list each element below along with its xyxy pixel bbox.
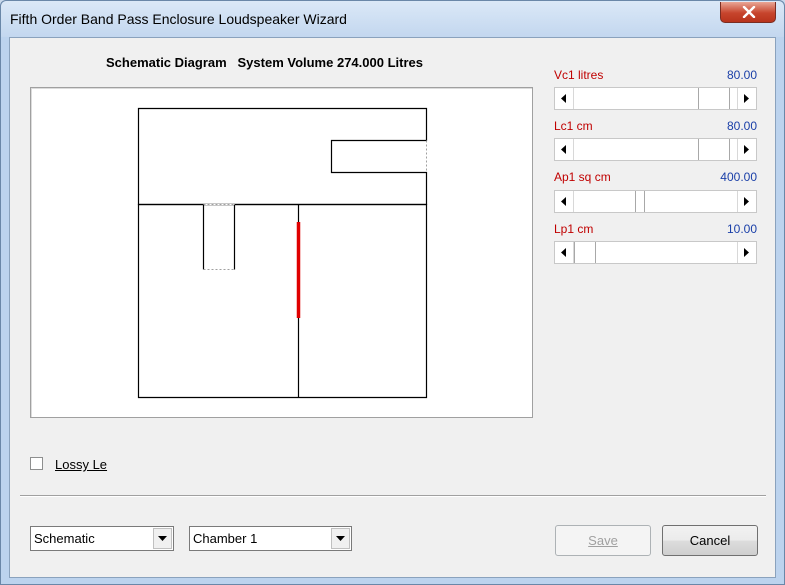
- wizard-window: Fifth Order Band Pass Enclosure Loudspea…: [0, 0, 785, 585]
- slider-lp1-thumb[interactable]: [574, 242, 596, 263]
- footer-separator: [20, 495, 766, 497]
- slider-lp1-left-button[interactable]: [555, 242, 574, 263]
- slider-vc1-right-button[interactable]: [737, 88, 756, 109]
- view-select-dropdown-button[interactable]: [153, 528, 172, 549]
- param-value-ap1: 400.00: [720, 170, 757, 184]
- param-label-vc1: Vc1 litres: [554, 68, 604, 82]
- slider-vc1-left-button[interactable]: [555, 88, 574, 109]
- param-value-lc1: 80.00: [726, 119, 757, 133]
- slider-ap1-right-button[interactable]: [737, 191, 756, 212]
- slider-ap1[interactable]: [554, 190, 757, 213]
- lossy-le-checkbox[interactable]: [30, 457, 43, 470]
- title-bar[interactable]: Fifth Order Band Pass Enclosure Loudspea…: [1, 1, 784, 37]
- arrow-right-icon: [744, 94, 749, 103]
- slider-lc1[interactable]: [554, 138, 757, 161]
- arrow-left-icon: [561, 197, 566, 206]
- schematic-heading: Schematic Diagram System Volume 274.000 …: [106, 55, 423, 70]
- internal-port-tube: [202, 204, 236, 270]
- param-value-lp1: 10.00: [726, 222, 757, 236]
- lossy-le-label[interactable]: Lossy Le: [55, 457, 107, 472]
- schematic-panel: [30, 87, 533, 418]
- arrow-right-icon: [744, 197, 749, 206]
- dialog-client-area: Schematic Diagram System Volume 274.000 …: [9, 37, 776, 578]
- save-button[interactable]: Save: [555, 525, 651, 556]
- close-icon: [742, 6, 756, 18]
- chamber-2-outline: [137, 107, 428, 206]
- chamber-1-outline: [137, 203, 428, 399]
- slider-vc1-thumb[interactable]: [698, 88, 730, 109]
- param-label-lp1: Lp1 cm: [554, 222, 594, 236]
- cancel-button[interactable]: Cancel: [662, 525, 758, 556]
- param-label-lc1: Lc1 cm: [554, 119, 593, 133]
- slider-lp1[interactable]: [554, 241, 757, 264]
- slider-ap1-left-button[interactable]: [555, 191, 574, 212]
- chamber-select-dropdown-button[interactable]: [331, 528, 350, 549]
- view-select-value: Schematic: [34, 531, 95, 546]
- slider-vc1[interactable]: [554, 87, 757, 110]
- chamber-select-value: Chamber 1: [193, 531, 258, 546]
- arrow-left-icon: [561, 145, 566, 154]
- param-label-ap1: Ap1 sq cm: [554, 170, 611, 184]
- slider-lc1-thumb[interactable]: [698, 139, 730, 160]
- arrow-right-icon: [744, 145, 749, 154]
- chamber-select[interactable]: Chamber 1: [189, 526, 352, 551]
- arrow-right-icon: [744, 248, 749, 257]
- arrow-left-icon: [561, 94, 566, 103]
- slider-lc1-right-button[interactable]: [737, 139, 756, 160]
- view-select[interactable]: Schematic: [30, 526, 174, 551]
- slider-ap1-thumb[interactable]: [635, 191, 645, 212]
- param-value-vc1: 80.00: [726, 68, 757, 82]
- close-button[interactable]: [720, 2, 776, 23]
- window-title: Fifth Order Band Pass Enclosure Loudspea…: [10, 11, 347, 27]
- chevron-down-icon: [158, 536, 167, 541]
- slider-lp1-right-button[interactable]: [737, 242, 756, 263]
- chevron-down-icon: [336, 536, 345, 541]
- slider-lc1-left-button[interactable]: [555, 139, 574, 160]
- schematic-diagram: [137, 107, 428, 399]
- arrow-left-icon: [561, 248, 566, 257]
